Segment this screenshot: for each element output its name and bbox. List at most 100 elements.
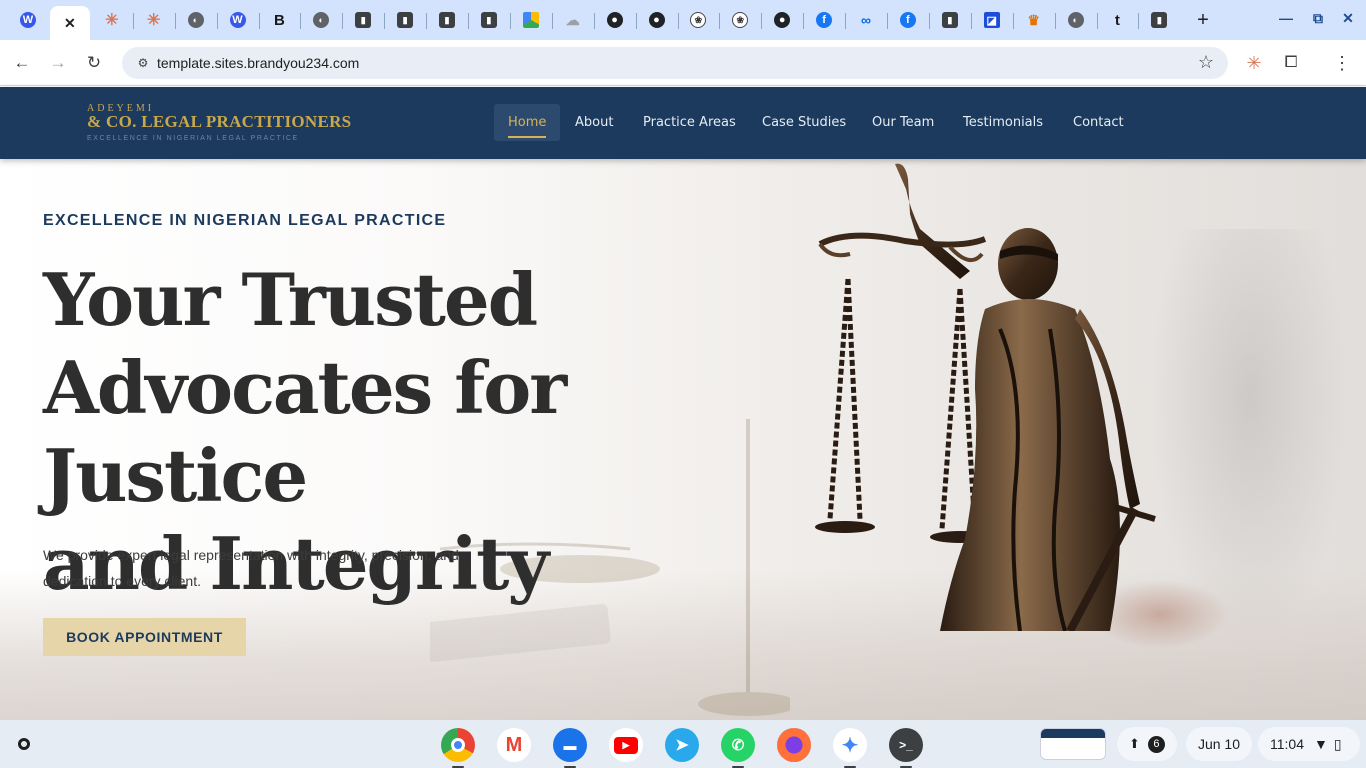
claude-extension-icon[interactable]: ✳ bbox=[1244, 53, 1264, 73]
headline-line: Your Trusted bbox=[43, 257, 538, 342]
browser-tab[interactable]: f bbox=[804, 6, 844, 34]
openai-icon: ❀ bbox=[690, 12, 707, 28]
hero-description: We provide expert legal representation w… bbox=[43, 547, 459, 589]
browser-tab[interactable]: ▮ bbox=[385, 6, 425, 34]
browser-tab[interactable]: ◪ bbox=[972, 6, 1012, 34]
hero-section: EXCELLENCE IN NIGERIAN LEGAL PRACTICE Yo… bbox=[0, 159, 1366, 720]
browser-tab[interactable]: ☁ bbox=[553, 6, 593, 34]
nav-practice-areas[interactable]: Practice Areas bbox=[629, 104, 750, 141]
browser-tab[interactable]: ▮ bbox=[930, 6, 970, 34]
terminal-icon[interactable]: >_ bbox=[889, 728, 923, 768]
files-icon[interactable]: ▬ bbox=[553, 728, 587, 768]
site-info-icon[interactable]: ⚙ bbox=[134, 54, 152, 72]
browser-tab[interactable]: ▮ bbox=[1139, 6, 1179, 34]
book-appointment-button[interactable]: BOOK APPOINTMENT bbox=[43, 618, 246, 656]
browser-tab[interactable]: ❀ bbox=[678, 6, 718, 34]
telegram-icon[interactable]: ➤ bbox=[665, 728, 699, 762]
date-pill[interactable]: Jun 10 bbox=[1186, 727, 1252, 761]
logo-tagline: EXCELLENCE IN NIGERIAN LEGAL PRACTICE bbox=[87, 135, 299, 142]
google-drive-icon bbox=[522, 12, 539, 28]
office-building-icon: ▮ bbox=[941, 12, 958, 28]
facebook-icon: f bbox=[899, 12, 916, 28]
more-menu-icon[interactable]: ⋮ bbox=[1332, 53, 1352, 73]
browser-tab[interactable]: ▮ bbox=[343, 6, 383, 34]
back-arrow-icon[interactable]: ← bbox=[11, 52, 33, 74]
nav-our-team[interactable]: Our Team bbox=[858, 104, 948, 141]
claude-icon: ✳ bbox=[146, 12, 161, 29]
wordpress-icon: W bbox=[20, 12, 36, 28]
browser-tab[interactable]: B bbox=[259, 6, 299, 34]
nav-testimonials[interactable]: Testimonials bbox=[949, 104, 1057, 141]
nav-case-studies[interactable]: Case Studies bbox=[748, 104, 860, 141]
status-area[interactable]: 11:04 ▼ ▯ bbox=[1258, 727, 1360, 761]
logo-title[interactable]: & CO. LEGAL PRACTITIONERS bbox=[87, 112, 351, 132]
github-icon: ● bbox=[606, 12, 623, 28]
minimize-icon[interactable]: — bbox=[1276, 8, 1296, 28]
browser-tab[interactable]: ● bbox=[637, 6, 677, 34]
github-icon: ● bbox=[774, 12, 791, 28]
browser-tab[interactable]: ◐ bbox=[176, 6, 216, 34]
notifications-count: 6 bbox=[1147, 735, 1165, 753]
upload-icon: ⬆ bbox=[1129, 736, 1140, 751]
browser-toolbar: ← → ↻ ⚙ template.sites.brandyou234.com ☆… bbox=[0, 40, 1366, 86]
screenshot-preview-thumbnail[interactable] bbox=[1040, 728, 1106, 760]
browser-tab[interactable]: W bbox=[218, 6, 258, 34]
close-window-icon[interactable]: ✕ bbox=[1338, 8, 1358, 28]
battery-icon: ▯ bbox=[1333, 735, 1342, 752]
youtube-icon[interactable]: ▶ bbox=[609, 728, 643, 762]
bookmark-b-icon: B bbox=[273, 11, 285, 29]
browser-tab[interactable]: ◐ bbox=[301, 6, 341, 34]
office-building-icon: ▮ bbox=[397, 12, 414, 28]
clock-time: 11:04 bbox=[1270, 736, 1304, 752]
browser-tab[interactable]: ● bbox=[595, 6, 635, 34]
firefox-icon[interactable] bbox=[777, 728, 811, 762]
whatsapp-icon[interactable]: ✆ bbox=[721, 728, 755, 768]
url-text[interactable]: template.sites.brandyou234.com bbox=[157, 55, 359, 71]
gmail-icon[interactable]: M bbox=[497, 728, 531, 762]
browser-tab[interactable]: W bbox=[8, 6, 48, 34]
chrome-icon[interactable] bbox=[441, 728, 475, 768]
address-bar[interactable]: ⚙ template.sites.brandyou234.com ☆ bbox=[122, 47, 1228, 79]
facebook-icon: f bbox=[816, 12, 833, 28]
cloud-icon: ☁ bbox=[565, 11, 580, 28]
site-header: ADEYEMI & CO. LEGAL PRACTITIONERS EXCELL… bbox=[0, 87, 1366, 159]
globe-icon: ◐ bbox=[1067, 12, 1084, 28]
tumblr-icon: t bbox=[1114, 11, 1120, 29]
github-icon: ● bbox=[648, 12, 665, 28]
office-building-icon: ▮ bbox=[439, 12, 455, 28]
reload-icon[interactable]: ↻ bbox=[83, 52, 105, 74]
office-building-icon: ▮ bbox=[480, 12, 497, 28]
browser-tab[interactable]: ✳ bbox=[134, 6, 174, 34]
browser-tab[interactable]: f bbox=[888, 6, 928, 34]
bookmark-star-icon[interactable]: ☆ bbox=[1198, 52, 1214, 73]
browser-tab[interactable]: ✳ bbox=[92, 6, 132, 34]
nav-home[interactable]: Home bbox=[494, 104, 561, 141]
lady-justice-statue-image bbox=[815, 163, 1156, 631]
browser-tab[interactable]: ● bbox=[762, 6, 802, 34]
browser-tab[interactable]: ♛ bbox=[1014, 6, 1054, 34]
globe-icon: ◐ bbox=[313, 12, 330, 28]
wifi-icon: ▼ bbox=[1314, 736, 1328, 752]
maximize-icon[interactable]: ⧉ bbox=[1308, 8, 1328, 28]
browser-tab[interactable]: ▮ bbox=[469, 6, 509, 34]
hero-eyebrow: EXCELLENCE IN NIGERIAN LEGAL PRACTICE bbox=[43, 212, 447, 229]
extensions-puzzle-icon[interactable]: ⧠ bbox=[1281, 53, 1301, 73]
browser-tab[interactable]: ▮ bbox=[427, 6, 467, 34]
tab-active[interactable]: ✕ bbox=[49, 6, 90, 40]
office-building-icon: ▮ bbox=[355, 12, 372, 28]
notifications-pill[interactable]: ⬆ 6 bbox=[1117, 727, 1177, 761]
headline-line: Advocates for Justice bbox=[43, 345, 567, 518]
gemini-icon[interactable]: ✦ bbox=[833, 728, 867, 768]
browser-tab[interactable] bbox=[511, 6, 551, 34]
browser-tab[interactable]: ◐ bbox=[1056, 6, 1096, 34]
globe-icon: ◐ bbox=[187, 12, 204, 28]
close-tab-icon[interactable]: ✕ bbox=[62, 15, 78, 31]
browser-tab[interactable]: ❀ bbox=[720, 6, 760, 34]
nav-about[interactable]: About bbox=[561, 104, 627, 141]
forward-arrow-icon[interactable]: → bbox=[47, 52, 69, 74]
launcher-icon[interactable] bbox=[8, 730, 40, 758]
browser-tab[interactable]: t bbox=[1097, 6, 1137, 34]
browser-tab[interactable]: ∞ bbox=[846, 6, 886, 34]
nav-contact[interactable]: Contact bbox=[1059, 104, 1138, 141]
new-tab-button[interactable]: + bbox=[1194, 9, 1212, 31]
